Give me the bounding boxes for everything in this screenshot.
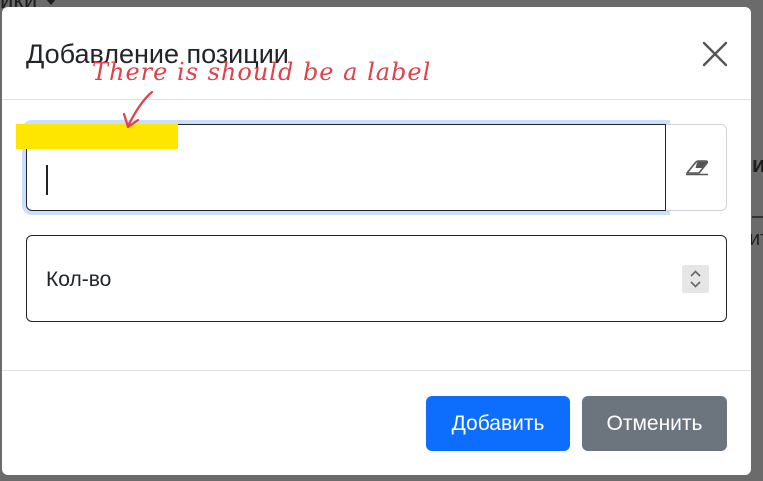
background-table-cell: ит	[749, 228, 763, 250]
background-table-header: и	[752, 152, 763, 177]
annotation-note: There is should be a label	[92, 58, 432, 86]
quantity-placeholder: Кол-во	[46, 268, 112, 291]
modal-header: Добавление позиции	[2, 7, 751, 100]
annotation-arrow-icon	[122, 90, 154, 129]
quantity-stepper[interactable]	[682, 265, 709, 293]
add-button[interactable]: Добавить	[426, 396, 570, 451]
close-icon	[702, 41, 728, 67]
eraser-icon	[686, 160, 709, 176]
spinner-icon	[690, 270, 701, 288]
text-cursor	[46, 165, 48, 195]
clear-button[interactable]	[666, 124, 727, 211]
modal-footer: Добавить Отменить	[2, 370, 751, 475]
caret-down-icon	[45, 0, 58, 6]
background-divider	[752, 216, 763, 218]
cancel-button[interactable]: Отменить	[582, 396, 727, 451]
quantity-field[interactable]: Кол-во	[26, 235, 727, 322]
close-button[interactable]	[700, 39, 730, 69]
